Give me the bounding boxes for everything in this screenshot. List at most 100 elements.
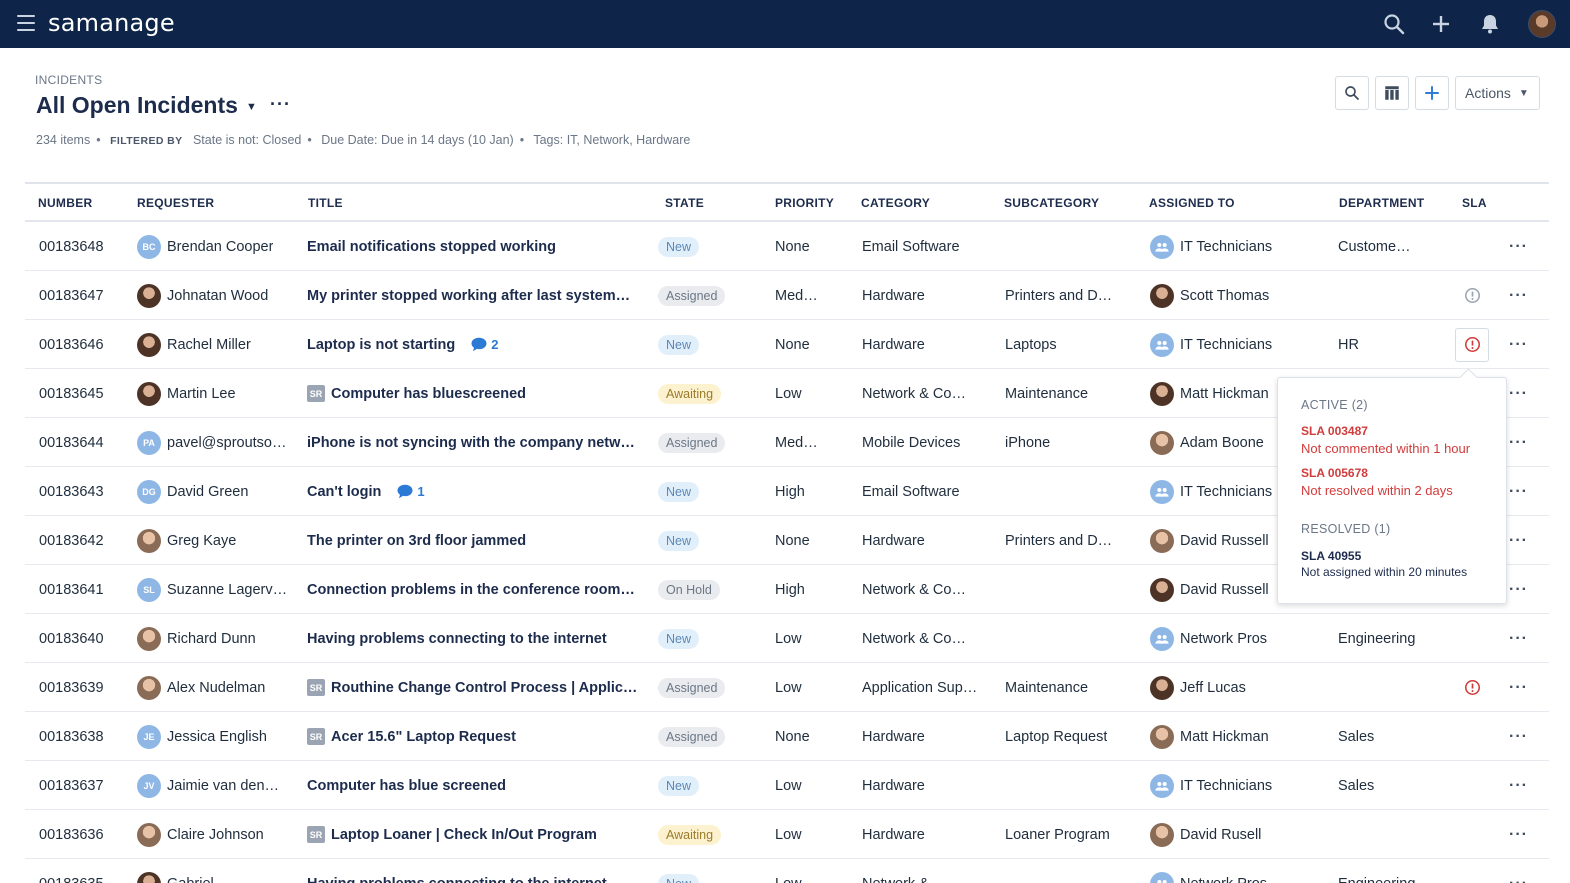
assigned-to[interactable]: Matt Hickman bbox=[1150, 712, 1269, 761]
incident-number[interactable]: 00183644 bbox=[39, 418, 104, 467]
incident-title[interactable]: My printer stopped working after last sy… bbox=[307, 271, 630, 320]
sla-indicator[interactable] bbox=[1455, 271, 1489, 320]
incident-title[interactable]: SR Acer 15.6" Laptop Request bbox=[307, 712, 516, 761]
row-more-icon[interactable]: ··· bbox=[1509, 320, 1528, 369]
search-button[interactable] bbox=[1335, 76, 1369, 110]
requester[interactable]: Rachel Miller bbox=[137, 320, 251, 369]
incident-title[interactable]: Having problems connecting to the intern… bbox=[307, 859, 607, 883]
incident-number[interactable]: 00183640 bbox=[39, 614, 104, 663]
incident-title[interactable]: SR Computer has bluescreened bbox=[307, 369, 526, 418]
incident-title[interactable]: SR Routhine Change Control Process | Appl… bbox=[307, 663, 637, 712]
incident-title-link[interactable]: Having problems connecting to the intern… bbox=[307, 631, 607, 647]
comment-count[interactable]: 2 bbox=[470, 337, 498, 352]
menu-icon[interactable] bbox=[17, 15, 35, 31]
requester[interactable]: Claire Johnson bbox=[137, 810, 264, 859]
assigned-to[interactable]: IT Technicians bbox=[1150, 761, 1272, 810]
plus-icon[interactable] bbox=[1429, 12, 1453, 36]
incident-title-link[interactable]: Laptop Loaner | Check In/Out Program bbox=[331, 827, 597, 843]
incident-number[interactable]: 00183638 bbox=[39, 712, 104, 761]
column-header-priority[interactable]: PRIORITY bbox=[775, 196, 834, 210]
column-header-sla[interactable]: SLA bbox=[1462, 196, 1487, 210]
incident-number[interactable]: 00183646 bbox=[39, 320, 104, 369]
incident-title-link[interactable]: iPhone is not syncing with the company n… bbox=[307, 435, 635, 451]
assigned-to[interactable]: IT Technicians bbox=[1150, 467, 1272, 516]
row-more-icon[interactable]: ··· bbox=[1509, 369, 1528, 418]
requester[interactable]: Johnatan Wood bbox=[137, 271, 268, 320]
incident-title-link[interactable]: Computer has bluescreened bbox=[331, 386, 526, 402]
incident-title-link[interactable]: Routhine Change Control Process | Applic… bbox=[331, 680, 637, 696]
requester[interactable]: DG David Green bbox=[137, 467, 248, 516]
incident-title[interactable]: The printer on 3rd floor jammed bbox=[307, 516, 526, 565]
assigned-to[interactable]: David Russell bbox=[1150, 516, 1269, 565]
sla-id[interactable]: SLA 40955 bbox=[1301, 549, 1361, 563]
incident-title[interactable]: SR Laptop Loaner | Check In/Out Program bbox=[307, 810, 597, 859]
assigned-to[interactable]: Network Pros bbox=[1150, 859, 1267, 883]
requester[interactable]: Martin Lee bbox=[137, 369, 236, 418]
incident-number[interactable]: 00183635 bbox=[39, 859, 104, 883]
sla-id[interactable]: SLA 005678 bbox=[1301, 466, 1368, 480]
table-row[interactable]: 00183648 BC Brendan Cooper Email notificati… bbox=[25, 222, 1549, 271]
row-more-icon[interactable]: ··· bbox=[1509, 418, 1528, 467]
comment-count[interactable]: 1 bbox=[396, 484, 425, 499]
incident-title[interactable]: Can't login 1 bbox=[307, 467, 425, 516]
incident-number[interactable]: 00183637 bbox=[39, 761, 104, 810]
row-more-icon[interactable]: ··· bbox=[1509, 516, 1528, 565]
table-row[interactable]: 00183647 Johnatan Wood My printer stopped … bbox=[25, 271, 1549, 320]
assigned-to[interactable]: IT Technicians bbox=[1150, 222, 1272, 271]
incident-title-link[interactable]: Can't login bbox=[307, 484, 381, 500]
column-header-category[interactable]: CATEGORY bbox=[861, 196, 930, 210]
assigned-to[interactable]: David Russell bbox=[1150, 565, 1269, 614]
search-icon[interactable] bbox=[1382, 12, 1406, 36]
requester[interactable]: JE Jessica English bbox=[137, 712, 267, 761]
incident-title-link[interactable]: The printer on 3rd floor jammed bbox=[307, 533, 526, 549]
assigned-to[interactable]: Scott Thomas bbox=[1150, 271, 1269, 320]
requester[interactable]: Greg Kaye bbox=[137, 516, 236, 565]
table-row[interactable]: 00183636 Claire Johnson SR Laptop Loaner | … bbox=[25, 810, 1549, 859]
table-row[interactable]: 00183637 JV Jaimie van den… Computer has bl… bbox=[25, 761, 1549, 810]
incident-number[interactable]: 00183643 bbox=[39, 467, 104, 516]
user-avatar[interactable] bbox=[1528, 10, 1556, 38]
incident-title[interactable]: Connection problems in the conference ro… bbox=[307, 565, 635, 614]
column-header-state[interactable]: STATE bbox=[665, 196, 704, 210]
column-header-department[interactable]: DEPARTMENT bbox=[1339, 196, 1424, 210]
incident-number[interactable]: 00183642 bbox=[39, 516, 104, 565]
incident-title[interactable]: Laptop is not starting 2 bbox=[307, 320, 498, 369]
table-row[interactable]: 00183646 Rachel Miller Laptop is not start… bbox=[25, 320, 1549, 369]
incident-title[interactable]: Having problems connecting to the intern… bbox=[307, 614, 607, 663]
row-more-icon[interactable]: ··· bbox=[1509, 761, 1528, 810]
breadcrumb[interactable]: INCIDENTS bbox=[35, 73, 102, 87]
incident-title[interactable]: iPhone is not syncing with the company n… bbox=[307, 418, 635, 467]
row-more-icon[interactable]: ··· bbox=[1509, 810, 1528, 859]
requester[interactable]: Richard Dunn bbox=[137, 614, 256, 663]
row-more-icon[interactable]: ··· bbox=[1509, 467, 1528, 516]
column-header-number[interactable]: NUMBER bbox=[38, 196, 92, 210]
actions-dropdown[interactable]: Actions ▼ bbox=[1455, 76, 1540, 110]
sla-indicator[interactable] bbox=[1455, 663, 1489, 712]
table-row[interactable]: 00183638 JE Jessica English SR Acer 15.6" La… bbox=[25, 712, 1549, 761]
view-dropdown-icon[interactable]: ▼ bbox=[246, 101, 257, 113]
incident-number[interactable]: 00183645 bbox=[39, 369, 104, 418]
filter-item[interactable]: Tags: IT, Network, Hardware bbox=[533, 133, 690, 147]
incident-number[interactable]: 00183636 bbox=[39, 810, 104, 859]
requester[interactable]: Gabriel… bbox=[137, 859, 228, 883]
filter-item[interactable]: Due Date: Due in 14 days (10 Jan) bbox=[321, 133, 513, 147]
incident-number[interactable]: 00183641 bbox=[39, 565, 104, 614]
incident-title[interactable]: Email notifications stopped working bbox=[307, 222, 556, 271]
sla-indicator[interactable] bbox=[1455, 320, 1489, 369]
incident-title-link[interactable]: My printer stopped working after last sy… bbox=[307, 288, 630, 304]
row-more-icon[interactable]: ··· bbox=[1509, 271, 1528, 320]
assigned-to[interactable]: Jeff Lucas bbox=[1150, 663, 1246, 712]
sla-id[interactable]: SLA 003487 bbox=[1301, 424, 1368, 438]
incident-number[interactable]: 00183647 bbox=[39, 271, 104, 320]
row-more-icon[interactable]: ··· bbox=[1509, 712, 1528, 761]
table-row[interactable]: 00183640 Richard Dunn Having problems conn… bbox=[25, 614, 1549, 663]
incident-title-link[interactable]: Computer has blue screened bbox=[307, 778, 506, 794]
more-options-icon[interactable]: ··· bbox=[270, 94, 291, 115]
row-more-icon[interactable]: ··· bbox=[1509, 614, 1528, 663]
assigned-to[interactable]: Matt Hickman bbox=[1150, 369, 1269, 418]
row-more-icon[interactable]: ··· bbox=[1509, 222, 1528, 271]
assigned-to[interactable]: Adam Boone bbox=[1150, 418, 1264, 467]
column-header-requester[interactable]: REQUESTER bbox=[137, 196, 214, 210]
incident-title-link[interactable]: Having problems connecting to the intern… bbox=[307, 876, 607, 883]
incident-title-link[interactable]: Connection problems in the conference ro… bbox=[307, 582, 635, 598]
